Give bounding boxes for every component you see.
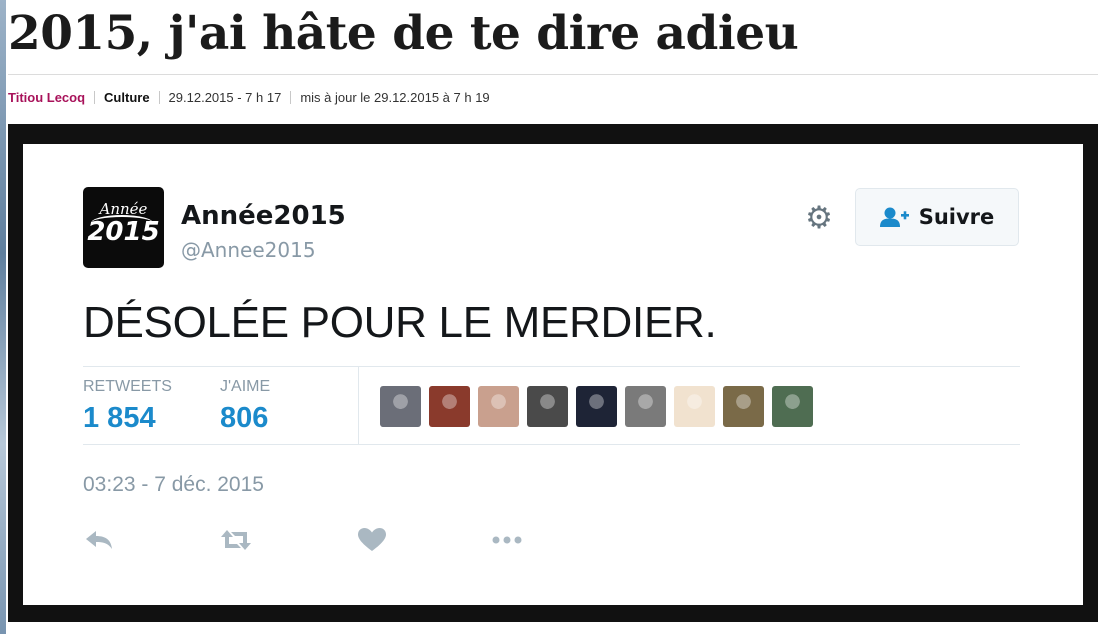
- gear-icon[interactable]: ⚙: [803, 202, 835, 234]
- liker-avatar[interactable]: [772, 386, 813, 427]
- article-meta: Titiou Lecoq Culture 29.12.2015 - 7 h 17…: [8, 88, 490, 106]
- published-date: 29.12.2015 - 7 h 17: [168, 89, 282, 105]
- stats-top-divider: [83, 366, 1020, 367]
- title-divider: [8, 74, 1098, 75]
- stats-bottom-divider: [83, 444, 1020, 445]
- add-user-icon: [879, 207, 909, 227]
- likes-count: 806: [220, 402, 269, 434]
- retweets-count: 1 854: [83, 402, 156, 434]
- liker-avatar[interactable]: [429, 386, 470, 427]
- stats-divider: [358, 366, 359, 444]
- likes-label: J'AIME: [220, 378, 271, 395]
- liker-avatar[interactable]: [527, 386, 568, 427]
- follow-button-label: Suivre: [918, 205, 995, 229]
- category-link[interactable]: Culture: [104, 90, 150, 105]
- liker-avatar[interactable]: [478, 386, 519, 427]
- liker-avatars: [380, 386, 813, 427]
- article-title: 2015, j'ai hâte de te dire adieu: [8, 6, 799, 61]
- follow-button[interactable]: Suivre: [855, 188, 1019, 246]
- heart-icon[interactable]: [355, 526, 389, 554]
- embedded-tweet-frame: Année 2015 Année2015 @Annee2015 ⚙ Suivre…: [8, 124, 1098, 622]
- liker-avatar[interactable]: [723, 386, 764, 427]
- meta-separator: [290, 90, 292, 104]
- meta-separator: [158, 90, 160, 104]
- tweet-text: DÉSOLÉE POUR LE MERDIER.: [83, 298, 717, 347]
- retweets-label: RETWEETS: [83, 378, 172, 395]
- likes-stat[interactable]: J'AIME 806: [220, 378, 270, 435]
- tweet-card: Année 2015 Année2015 @Annee2015 ⚙ Suivre…: [23, 144, 1083, 605]
- liker-avatar[interactable]: [625, 386, 666, 427]
- user-handle[interactable]: @Annee2015: [181, 238, 316, 262]
- liker-avatar[interactable]: [674, 386, 715, 427]
- author-link[interactable]: Titiou Lecoq: [8, 90, 85, 105]
- display-name[interactable]: Année2015: [181, 201, 346, 231]
- tweet-timestamp[interactable]: 03:23 - 7 déc. 2015: [83, 473, 264, 497]
- profile-avatar[interactable]: Année 2015: [83, 187, 164, 268]
- left-edge-strip: [0, 0, 6, 634]
- meta-separator: [94, 90, 96, 104]
- reply-icon[interactable]: [83, 526, 117, 554]
- liker-avatar[interactable]: [380, 386, 421, 427]
- retweet-icon[interactable]: [219, 526, 253, 554]
- avatar-text-bottom: 2015: [87, 217, 160, 247]
- more-icon[interactable]: [490, 526, 524, 554]
- liker-avatar[interactable]: [576, 386, 617, 427]
- retweets-stat[interactable]: RETWEETS 1 854: [83, 378, 172, 435]
- updated-date: mis à jour le 29.12.2015 à 7 h 19: [300, 89, 490, 105]
